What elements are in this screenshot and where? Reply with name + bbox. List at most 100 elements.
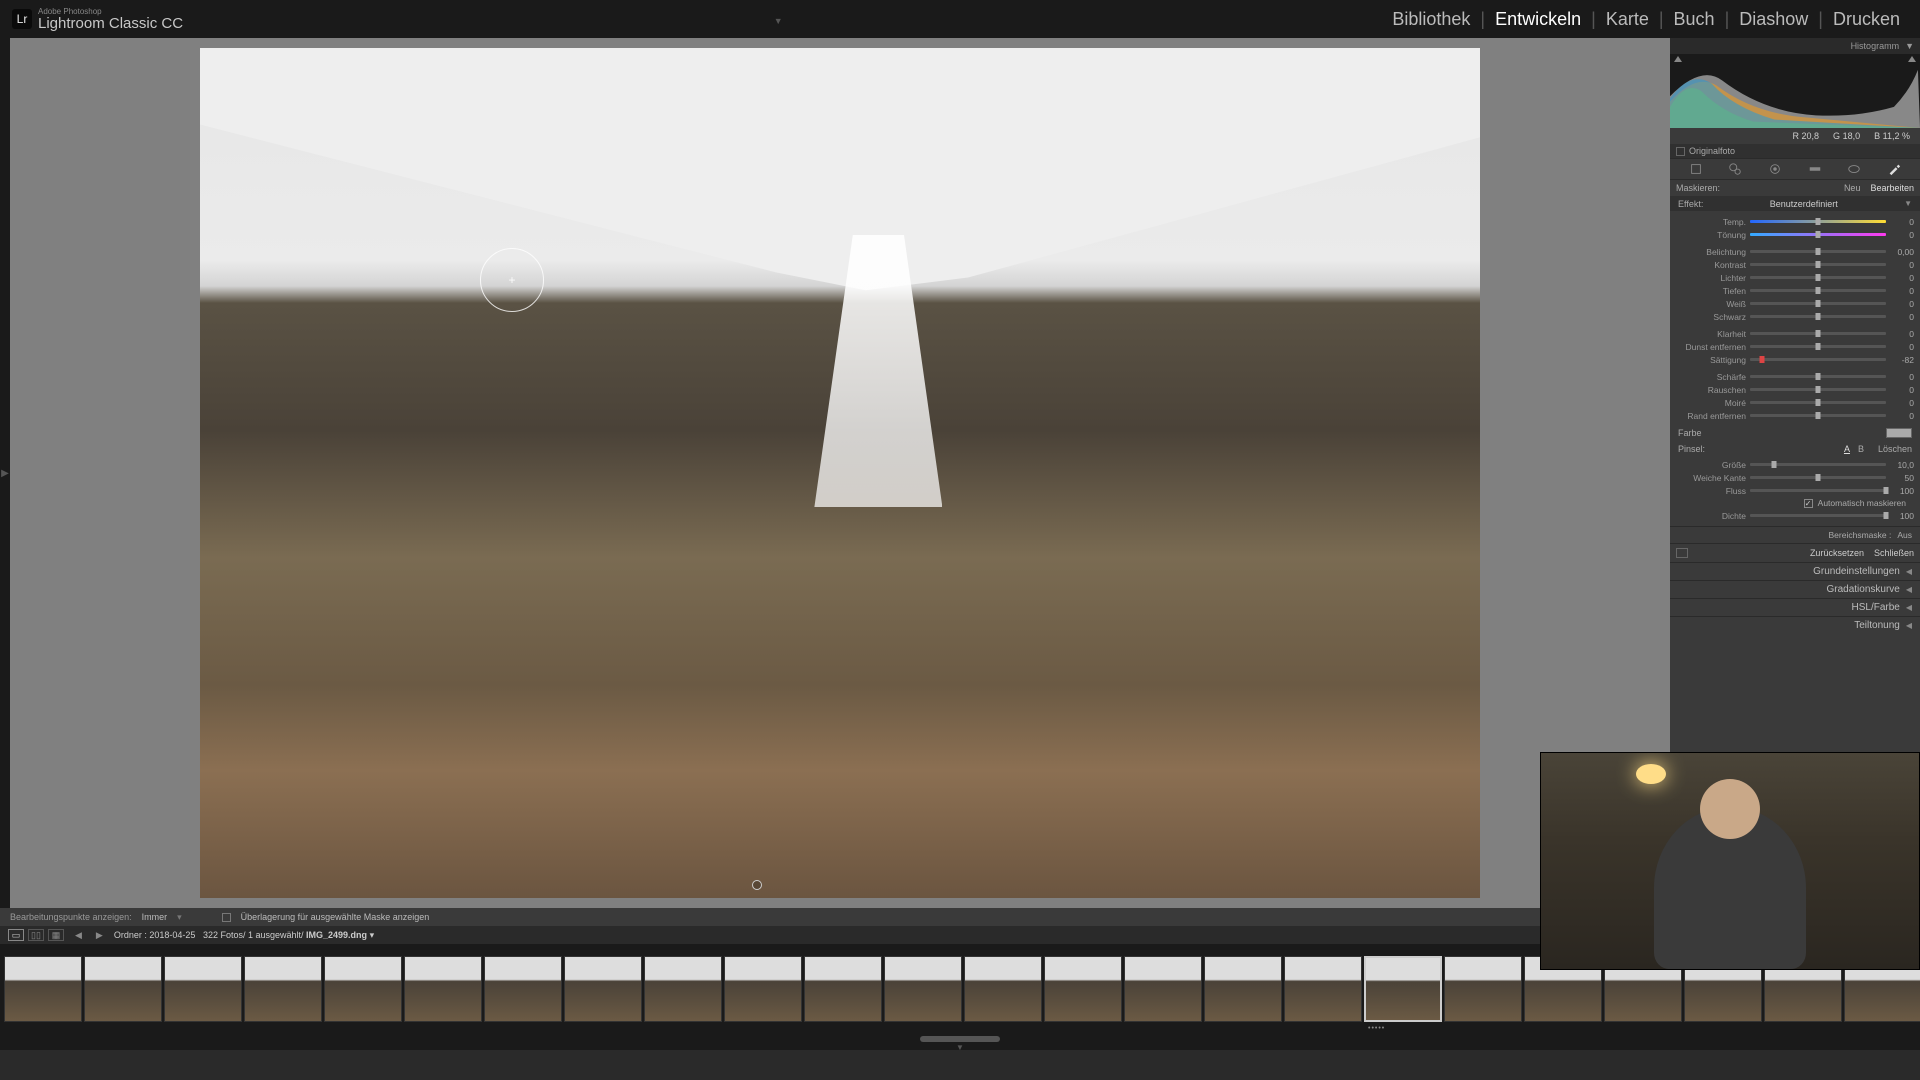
filmstrip-thumb[interactable] [1124,956,1202,1022]
filmstrip-thumb[interactable] [644,956,722,1022]
slider-shadows[interactable]: Tiefen 0 [1676,284,1914,297]
slider-track[interactable] [1750,263,1886,266]
slider-track[interactable] [1750,358,1886,361]
module-print[interactable]: Drucken [1825,9,1908,30]
graduated-filter-tool[interactable] [1804,161,1826,177]
next-photo-button[interactable]: ▶ [93,930,106,941]
panel-tonecurve[interactable]: Gradationskurve◀ [1670,580,1920,598]
left-panel-collapsed[interactable]: ▶ [0,38,10,908]
overlay-checkbox[interactable] [222,913,231,922]
adjustment-brush-tool[interactable] [1883,161,1905,177]
slider-sharpness[interactable]: Schärfe 0 [1676,370,1914,383]
filmstrip-thumb[interactable] [4,956,82,1022]
slider-dehaze[interactable]: Dunst entfernen 0 [1676,340,1914,353]
filmstrip-thumb[interactable] [1284,956,1362,1022]
slider-track[interactable] [1750,476,1886,479]
slider-moire[interactable]: Moiré 0 [1676,396,1914,409]
filmstrip-thumb[interactable] [84,956,162,1022]
slider-defringe[interactable]: Rand entfernen 0 [1676,409,1914,422]
filmstrip-thumb[interactable] [404,956,482,1022]
filmstrip-thumb[interactable] [1204,956,1282,1022]
mask-new-button[interactable]: Neu [1844,183,1861,193]
view-mode-compare[interactable]: ▯▯ [28,929,44,941]
panel-hsl[interactable]: HSL/Farbe◀ [1670,598,1920,616]
shadow-clip-icon[interactable] [1674,56,1682,62]
slider-track[interactable] [1750,401,1886,404]
pins-show-dropdown[interactable]: Immer [142,912,168,922]
photo-canvas[interactable]: + [200,48,1480,898]
crop-tool[interactable] [1685,161,1707,177]
filmstrip-thumb[interactable]: ••••• [1364,956,1442,1022]
view-mode-single[interactable]: ▭ [8,929,24,941]
slider-track[interactable] [1750,345,1886,348]
histogram-header[interactable]: Histogramm ▼ [1670,38,1920,54]
slider-track[interactable] [1750,289,1886,292]
mask-pin[interactable] [752,880,762,890]
filmstrip-thumb[interactable] [564,956,642,1022]
view-mode-grid[interactable]: ▦ [48,929,64,941]
slider-saturation[interactable]: Sättigung -82 [1676,353,1914,366]
brush-a-button[interactable]: A [1844,444,1850,454]
panel-split[interactable]: Teiltonung◀ [1670,616,1920,634]
color-swatch[interactable] [1886,428,1912,438]
automask-checkbox[interactable]: ✓ [1804,499,1813,508]
slider-size[interactable]: Größe 10,0 [1676,458,1914,471]
prev-photo-button[interactable]: ◀ [72,930,85,941]
module-library[interactable]: Bibliothek [1384,9,1478,30]
slider-blacks[interactable]: Schwarz 0 [1676,310,1914,323]
filmstrip-thumb[interactable] [724,956,802,1022]
filmstrip-thumb[interactable] [244,956,322,1022]
module-map[interactable]: Karte [1598,9,1657,30]
slider-exposure[interactable]: Belichtung 0,00 [1676,245,1914,258]
filmstrip-thumb[interactable] [1444,956,1522,1022]
range-mask-row[interactable]: Bereichsmaske : Aus [1670,526,1920,543]
effect-preset-row[interactable]: Effekt: Benutzerdefiniert ▼ [1670,196,1920,211]
module-develop[interactable]: Entwickeln [1487,9,1589,30]
histogram[interactable] [1670,54,1920,128]
module-slideshow[interactable]: Diashow [1731,9,1816,30]
slider-track[interactable] [1750,220,1886,223]
top-panel-handle-icon[interactable]: ▼ [774,16,794,22]
automask-row[interactable]: ✓ Automatisch maskieren [1676,497,1914,509]
redeye-tool[interactable] [1764,161,1786,177]
filmstrip-thumb[interactable] [884,956,962,1022]
module-book[interactable]: Buch [1666,9,1723,30]
slider-track[interactable] [1750,514,1886,517]
filmstrip-thumb[interactable] [164,956,242,1022]
slider-noise[interactable]: Rauschen 0 [1676,383,1914,396]
slider-track[interactable] [1750,315,1886,318]
slider-track[interactable] [1750,276,1886,279]
slider-feather[interactable]: Weiche Kante 50 [1676,471,1914,484]
slider-track[interactable] [1750,332,1886,335]
slider-contrast[interactable]: Kontrast 0 [1676,258,1914,271]
breadcrumb[interactable]: Ordner : 2018-04-25 322 Fotos/ 1 ausgewä… [114,930,374,941]
reset-button[interactable]: Zurücksetzen [1810,548,1864,558]
original-checkbox[interactable] [1676,147,1685,156]
slider-flow[interactable]: Fluss 100 [1676,484,1914,497]
slider-track[interactable] [1750,233,1886,236]
slider-track[interactable] [1750,414,1886,417]
bottom-panel-handle-icon[interactable]: ▼ [0,1044,1920,1050]
mask-edit-button[interactable]: Bearbeiten [1870,183,1914,193]
original-photo-row[interactable]: Originalfoto [1670,144,1920,158]
slider-tint[interactable]: Tönung 0 [1676,228,1914,241]
slider-track[interactable] [1750,375,1886,378]
filmstrip-thumb[interactable] [804,956,882,1022]
brush-panel-switch[interactable] [1676,548,1688,558]
slider-track[interactable] [1750,489,1886,492]
slider-clarity[interactable]: Klarheit 0 [1676,327,1914,340]
slider-whites[interactable]: Weiß 0 [1676,297,1914,310]
spot-removal-tool[interactable] [1724,161,1746,177]
slider-track[interactable] [1750,388,1886,391]
slider-density[interactable]: Dichte 100 [1676,509,1914,522]
radial-filter-tool[interactable] [1843,161,1865,177]
brush-b-button[interactable]: B [1858,444,1864,454]
color-row[interactable]: Farbe [1670,424,1920,442]
close-button[interactable]: Schließen [1874,548,1914,558]
slider-track[interactable] [1750,250,1886,253]
slider-temp[interactable]: Temp. 0 [1676,215,1914,228]
filmstrip-thumb[interactable] [324,956,402,1022]
brush-erase-button[interactable]: Löschen [1878,444,1912,454]
panel-basic[interactable]: Grundeinstellungen◀ [1670,562,1920,580]
filmstrip-thumb[interactable] [964,956,1042,1022]
